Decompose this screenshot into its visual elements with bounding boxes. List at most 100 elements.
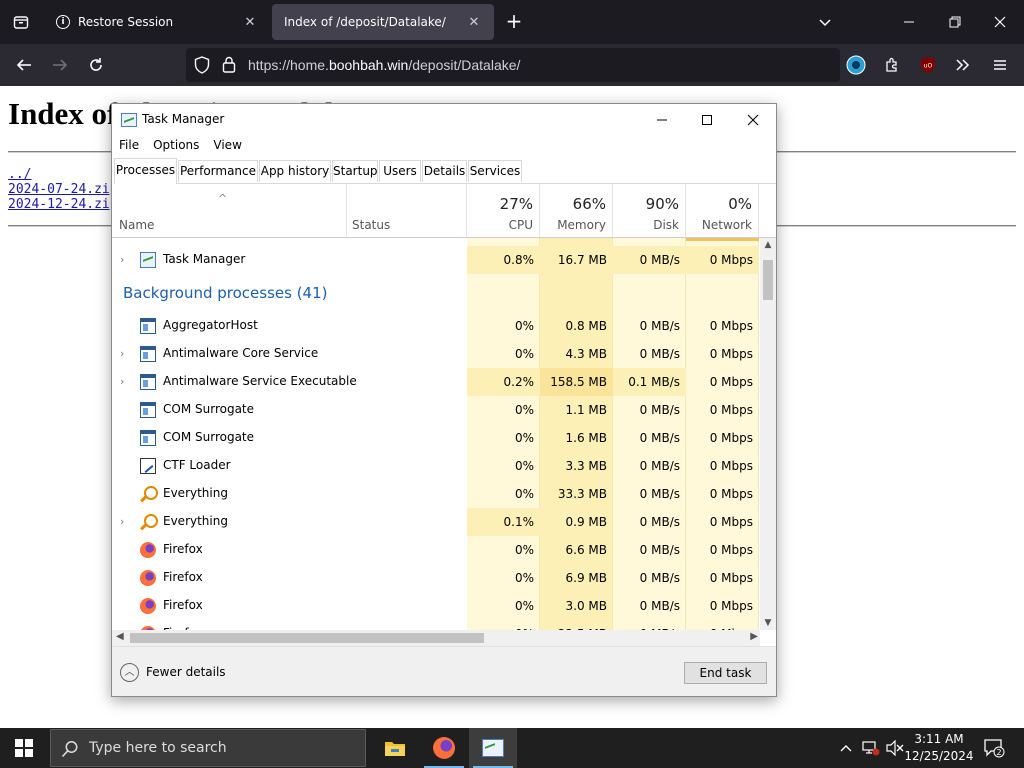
- table-row[interactable]: Firefox 0% 6.6 MB 0 MB/s 0 Mbps: [112, 536, 759, 564]
- address-bar[interactable]: https://home.boohbah.win/deposit/Datalak…: [186, 48, 840, 82]
- fewer-details-link[interactable]: Fewer details: [146, 665, 226, 679]
- reload-icon: [90, 58, 102, 71]
- expand-chevron-icon[interactable]: ›: [120, 253, 124, 266]
- column-header-status[interactable]: Status: [347, 184, 467, 237]
- menu-view[interactable]: View: [206, 136, 248, 158]
- restore-button[interactable]: [941, 8, 969, 36]
- minimize-button[interactable]: [895, 8, 923, 36]
- column-header-name[interactable]: ^ Name: [112, 184, 347, 237]
- tab-startup[interactable]: Startup: [332, 160, 378, 182]
- menu-file[interactable]: File: [112, 136, 146, 158]
- taskbar-task-manager[interactable]: [469, 728, 517, 768]
- ublock-button[interactable]: uO: [915, 52, 941, 78]
- column-header-memory[interactable]: 66% Memory: [540, 184, 613, 237]
- extensions-button[interactable]: [879, 52, 905, 78]
- maximize-button[interactable]: [692, 108, 722, 132]
- forward-button[interactable]: [47, 52, 73, 78]
- close-button[interactable]: [738, 108, 768, 132]
- list-all-tabs-button[interactable]: [811, 8, 839, 36]
- scrollbar-thumb[interactable]: [130, 633, 484, 643]
- back-button[interactable]: [11, 52, 37, 78]
- table-row[interactable]: AggregatorHost 0% 0.8 MB 0 MB/s 0 Mbps: [112, 312, 759, 340]
- close-tab-icon[interactable]: ✕: [242, 15, 258, 30]
- scroll-right-icon[interactable]: ▶: [750, 631, 758, 642]
- table-row[interactable]: Everything 0% 33.3 MB 0 MB/s 0 Mbps: [112, 480, 759, 508]
- table-row[interactable]: CTF Loader 0% 3.3 MB 0 MB/s 0 Mbps: [112, 452, 759, 480]
- cpu-cell: 0.8%: [467, 246, 540, 274]
- expand-chevron-icon[interactable]: ›: [120, 515, 124, 528]
- scroll-left-icon[interactable]: ◀: [116, 631, 124, 642]
- tracking-shield-icon[interactable]: [194, 56, 210, 74]
- title-bar[interactable]: Task Manager: [112, 104, 776, 136]
- column-label: Network: [701, 218, 752, 232]
- table-row[interactable]: › Everything 0.1% 0.9 MB 0 MB/s 0 Mbps: [112, 508, 759, 536]
- cpu-cell: 0%: [514, 487, 534, 501]
- reload-button[interactable]: [83, 52, 109, 78]
- volume-muted-icon: [886, 740, 904, 756]
- column-header-network[interactable]: 0% Network: [686, 184, 759, 237]
- end-task-button[interactable]: End task: [684, 662, 767, 684]
- tab-list-button[interactable]: [0, 0, 42, 44]
- taskbar-firefox[interactable]: [420, 728, 468, 768]
- tab-details[interactable]: Details: [422, 160, 467, 182]
- menu-options[interactable]: Options: [146, 136, 206, 158]
- memory-cell: 6.9 MB: [565, 571, 607, 585]
- network-cell: 0 Mbps: [709, 347, 753, 361]
- table-row[interactable]: › Antimalware Service Executable 0.2% 158.5…: [112, 368, 759, 396]
- table-row-app[interactable]: › Task Manager 0.8% 16.7 MB 0 MB/s 0 Mbp…: [112, 246, 759, 274]
- link-file[interactable]: 2024-12-24.zip: [8, 197, 118, 212]
- link-parent-directory[interactable]: ../: [8, 167, 31, 182]
- url-path: /deposit/Datalake/: [408, 57, 521, 73]
- horizontal-scrollbar[interactable]: ◀ ▶: [112, 630, 760, 646]
- column-header-disk[interactable]: 90% Disk: [613, 184, 686, 237]
- tab-app-history[interactable]: App history: [259, 160, 331, 182]
- overflow-menu-button[interactable]: [950, 52, 976, 78]
- table-row[interactable]: Firefox 0% 6.9 MB 0 MB/s 0 Mbps: [112, 564, 759, 592]
- extension-button[interactable]: [843, 52, 869, 78]
- url-text[interactable]: https://home.boohbah.win/deposit/Datalak…: [248, 57, 520, 73]
- memory-cell: 1.6 MB: [565, 431, 607, 445]
- footer-bar: ︿ Fewer details End task: [112, 646, 776, 696]
- start-button[interactable]: [0, 728, 48, 768]
- process-name: AggregatorHost: [163, 318, 258, 332]
- close-window-button[interactable]: [986, 8, 1014, 36]
- system-clock[interactable]: 3:11 AM 12/25/2024: [904, 731, 974, 765]
- show-hidden-icons-button[interactable]: [836, 728, 856, 768]
- tab-processes[interactable]: Processes: [114, 158, 177, 184]
- chevron-up-circle-icon[interactable]: ︿: [120, 663, 139, 682]
- action-center-button[interactable]: 2: [980, 728, 1008, 768]
- expand-chevron-icon[interactable]: ›: [120, 375, 124, 388]
- process-name: Firefox: [163, 570, 203, 584]
- taskbar-search-box[interactable]: Type here to search: [50, 729, 366, 767]
- tab-restore-session[interactable]: i Restore Session ✕: [44, 0, 270, 44]
- table-row[interactable]: COM Surrogate 0% 1.1 MB 0 MB/s 0 Mbps: [112, 396, 759, 424]
- table-row[interactable]: › Antimalware Core Service 0% 4.3 MB 0 MB/s 0…: [112, 340, 759, 368]
- tab-users[interactable]: Users: [379, 160, 421, 182]
- tab-services[interactable]: Services: [468, 160, 522, 182]
- disk-cell: 0 MB/s: [639, 571, 680, 585]
- table-row[interactable]: Firefox 0% 3.0 MB 0 MB/s 0 Mbps: [112, 592, 759, 620]
- tab-performance[interactable]: Performance: [178, 160, 258, 182]
- scroll-down-icon[interactable]: ▼: [760, 618, 776, 628]
- taskbar-file-explorer[interactable]: [371, 728, 419, 768]
- table-row[interactable]: COM Surrogate 0% 1.6 MB 0 MB/s 0 Mbps: [112, 424, 759, 452]
- expand-chevron-icon[interactable]: ›: [120, 347, 124, 360]
- tab-index-datalake[interactable]: Index of /deposit/Datalake/ ✕: [272, 0, 494, 44]
- vertical-scrollbar[interactable]: ▲ ▼: [760, 238, 776, 630]
- app-menu-button[interactable]: [987, 52, 1013, 78]
- minimize-button[interactable]: [647, 108, 677, 132]
- scrollbar-thumb[interactable]: [763, 260, 773, 300]
- disk-cell: 0 MB/s: [639, 459, 680, 473]
- close-tab-icon[interactable]: ✕: [466, 15, 482, 30]
- lock-icon[interactable]: [222, 56, 236, 73]
- scroll-up-icon[interactable]: ▲: [760, 240, 776, 250]
- column-header-cpu[interactable]: 27% CPU: [467, 184, 540, 237]
- network-tray-button[interactable]: [860, 728, 882, 768]
- new-tab-button[interactable]: +: [502, 10, 526, 34]
- cpu-cell: 0.2%: [467, 368, 540, 396]
- link-file[interactable]: 2024-07-24.zip: [8, 182, 118, 197]
- volume-tray-button[interactable]: [884, 728, 906, 768]
- network-cell: 0 Mbps: [709, 599, 753, 613]
- network-cell: 0 Mbps: [709, 515, 753, 529]
- process-name: Everything: [163, 486, 228, 500]
